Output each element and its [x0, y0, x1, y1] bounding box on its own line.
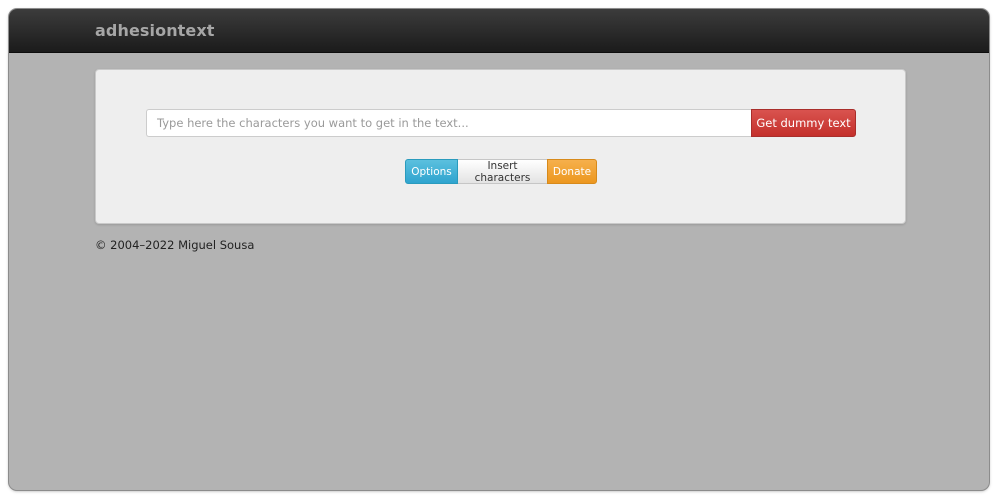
insert-characters-button[interactable]: Insert characters — [458, 159, 547, 184]
get-dummy-text-button[interactable]: Get dummy text — [751, 109, 856, 137]
navbar: adhesiontext — [9, 9, 989, 53]
options-button[interactable]: Options — [405, 159, 458, 184]
app-window: adhesiontext Get dummy text Options Inse… — [9, 9, 989, 490]
donate-button[interactable]: Donate — [547, 159, 597, 184]
action-button-group: Options Insert characters Donate — [405, 159, 597, 184]
characters-input[interactable] — [146, 109, 751, 137]
text-input-group: Get dummy text — [146, 109, 856, 137]
main-panel: Get dummy text Options Insert characters… — [95, 69, 906, 224]
brand-logo[interactable]: adhesiontext — [95, 21, 215, 40]
copyright-footer: © 2004–2022 Miguel Sousa — [95, 238, 255, 252]
